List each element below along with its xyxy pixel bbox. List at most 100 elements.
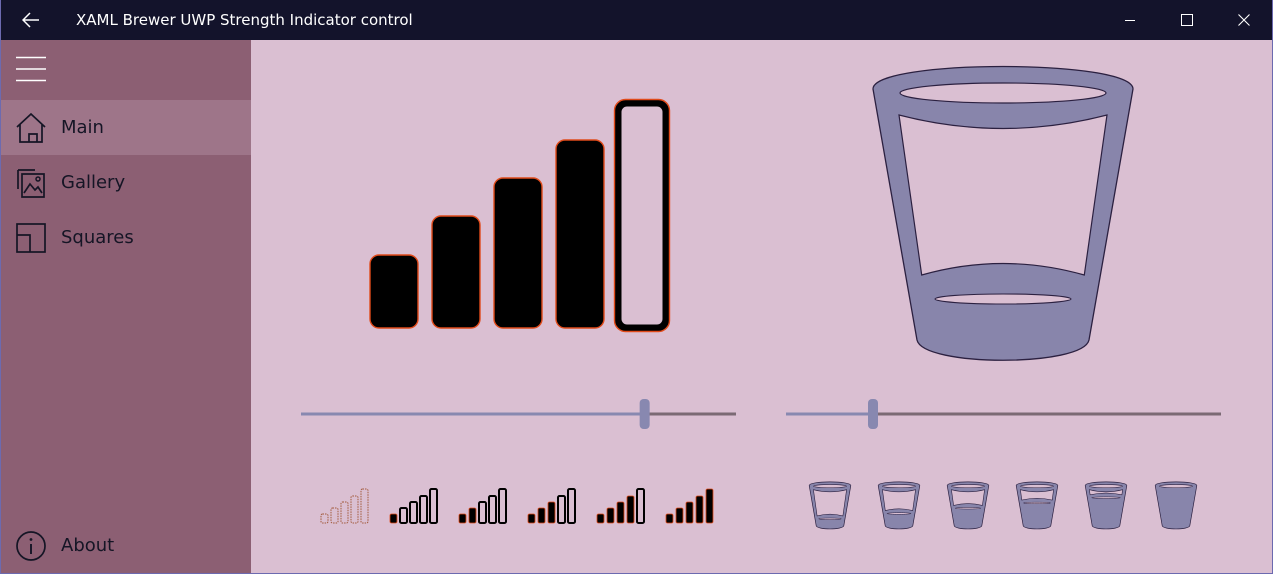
signal-thumbnail-bar [705,488,714,524]
close-icon [1237,14,1250,26]
bucket-rim [899,82,1107,104]
bucket-thumbnail-empty [951,489,985,506]
bucket-thumbnail-level [954,507,982,510]
signal-thumbnail-bar [389,513,398,524]
bucket-thumbnail [1015,481,1059,530]
signal-thumbnail-bar [330,507,339,524]
squares-icon [16,223,46,253]
bucket-thumbnail [1154,481,1198,530]
signal-thumbnail-bar [498,488,507,524]
signal-thumbnail-bar [547,501,556,524]
signal-thumbnail-bar [340,501,349,524]
close-button[interactable] [1215,0,1272,40]
signal-thumbnail-bar [567,488,576,524]
signal-thumbnail-bar [685,501,694,524]
home-icon [16,112,46,143]
hamburger-icon [16,56,46,82]
window-border-left [0,0,1,574]
bucket-indicator [872,65,1134,361]
bucket-thumbnail-rim [951,484,985,489]
signal-bar [431,215,481,329]
signal-thumbnail-bar [695,495,704,524]
bucket-thumbnail-rim [1089,484,1123,489]
signal-slider[interactable] [301,399,736,429]
bucket-thumbnail-level [1023,501,1051,505]
indicator-canvas [301,65,1221,530]
signal-thumbnail-bar [596,513,605,524]
nav-item-main[interactable]: Main [1,100,251,155]
maximize-button[interactable] [1158,0,1215,40]
maximize-icon [1180,14,1193,26]
signal-thumbnail-bar [636,488,645,524]
bucket-thumbnail-rim [813,484,847,489]
bucket-thumbnail-body [1015,481,1059,530]
nav-item-gallery[interactable]: Gallery [1,155,251,210]
signal-bar [369,254,419,329]
signal-thumbnail-bar [488,495,497,524]
nav-item-squares[interactable]: Squares [1,210,251,265]
signal-thumbnail-bar [665,513,674,524]
back-arrow-icon [22,12,39,28]
bucket-thumbnail-rim [882,484,916,489]
signal-thumbnail [527,488,576,524]
bucket-thumbnail-level [1091,496,1121,499]
signal-thumbnail [665,488,714,524]
signal-thumbnail-bar [537,507,546,524]
bucket-empty-space [898,114,1108,276]
signal-thumbnail [389,488,438,524]
bucket-thumbnail-level [818,517,842,520]
bucket-bottom [934,293,1072,305]
bucket-thumbnail-level [886,512,912,515]
bucket-thumbnail [1084,481,1128,530]
signal-thumbnail-bar [458,513,467,524]
signal-thumbnail [458,488,507,524]
signal-bar-outline [613,98,671,333]
minimize-button[interactable] [1101,0,1158,40]
signal-indicator [369,98,671,333]
slider-thumb[interactable] [868,399,878,429]
nav-item-label: Main [61,117,104,138]
window-title: XAML Brewer UWP Strength Indicator contr… [76,11,413,29]
signal-thumbnail-bar [626,495,635,524]
main-content [251,40,1272,573]
signal-thumbnail-bar [675,507,684,524]
signal-thumbnail-bar [468,507,477,524]
nav-item-label: Gallery [61,172,126,193]
signal-thumbnail-bar [419,495,428,524]
signal-thumbnail-bar [360,488,369,524]
signal-thumbnail-bar [399,507,408,524]
slider-thumb[interactable] [639,399,650,429]
signal-bar [614,99,670,332]
signal-thumbnail [596,488,645,524]
hamburger-button[interactable] [1,40,61,98]
signal-thumbnail-bar [606,507,615,524]
navigation-pane: Main Gallery Squares About [1,40,251,573]
gallery-icon [17,169,45,198]
signal-thumbnail-bar [616,501,625,524]
bucket-thumbnail [877,481,921,530]
signal-thumbnail-bar [320,513,329,524]
bucket-thumbnail [946,481,990,530]
signal-thumbnail-bar [527,513,536,524]
bucket-thumbnail-body [1084,481,1128,530]
signal-thumbnail-bar [350,495,359,524]
back-button[interactable] [0,0,62,40]
signal-thumbnail-bar [429,488,438,524]
bucket-thumbnail-rim [1159,484,1193,489]
signal-bar [493,177,543,329]
bucket-thumbnail-body [1154,481,1198,530]
nav-item-label: About [61,535,115,556]
title-bar: XAML Brewer UWP Strength Indicator contr… [0,0,1273,40]
nav-item-label: Squares [61,227,134,248]
signal-thumbnail-bar [409,501,418,524]
nav-item-about[interactable]: About [1,518,251,573]
bucket-thumbnail-empty [882,489,916,511]
bucket-thumbnail [808,481,852,530]
signal-bar [555,139,605,329]
bucket-slider[interactable] [786,399,1221,429]
info-icon [16,531,46,561]
bucket-thumbnail-rim [1020,484,1054,489]
signal-thumbnail-bar [557,495,566,524]
signal-thumbnail-bar [478,501,487,524]
bucket-thumbnail-empty [813,489,847,517]
